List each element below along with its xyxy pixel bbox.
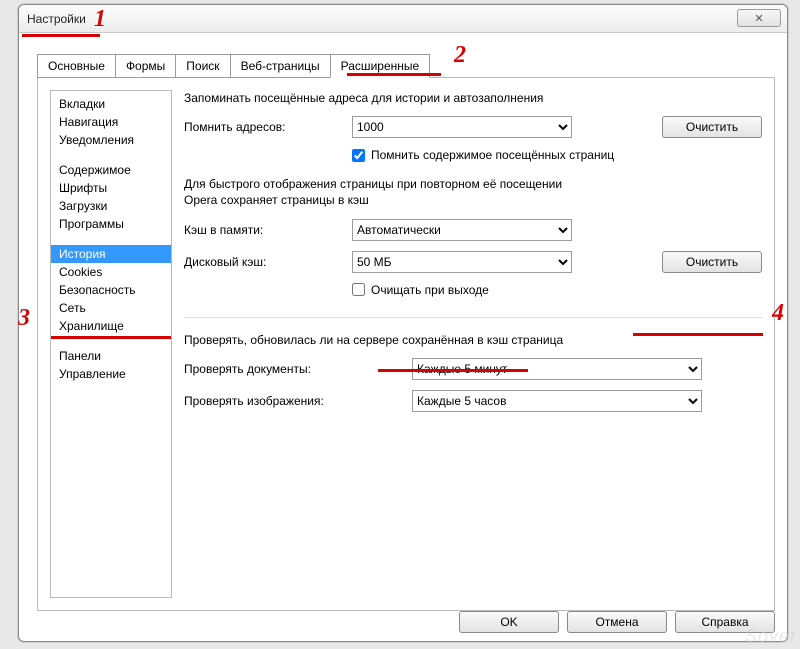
- window-title: Настройки: [27, 12, 86, 26]
- help-button[interactable]: Справка: [675, 611, 775, 633]
- sidebar-item-Cookies[interactable]: Cookies: [51, 263, 171, 281]
- titlebar: Настройки ✕: [19, 5, 787, 33]
- check-images-select[interactable]: Каждые 5 часов: [412, 390, 702, 412]
- remember-addresses-label: Помнить адресов:: [184, 120, 344, 134]
- tab-Веб-страницы[interactable]: Веб-страницы: [230, 54, 331, 78]
- close-button[interactable]: ✕: [737, 9, 781, 27]
- tab-Формы[interactable]: Формы: [115, 54, 176, 78]
- remember-addresses-select[interactable]: 1000: [352, 116, 572, 138]
- clear-history-button[interactable]: Очистить: [662, 116, 762, 138]
- tab-Основные[interactable]: Основные: [37, 54, 116, 78]
- close-icon: ✕: [754, 12, 763, 25]
- cache-explanation: Для быстрого отображения страницы при по…: [184, 176, 762, 208]
- sidebar-item-Уведомления[interactable]: Уведомления: [51, 131, 171, 149]
- disk-cache-select[interactable]: 50 МБ: [352, 251, 572, 273]
- sidebar-item-История[interactable]: История: [51, 245, 171, 263]
- sidebar-item-Безопасность[interactable]: Безопасность: [51, 281, 171, 299]
- sidebar-item-Навигация[interactable]: Навигация: [51, 113, 171, 131]
- advanced-sidebar: ВкладкиНавигацияУведомления СодержимоеШри…: [50, 90, 172, 598]
- history-settings-pane: Запоминать посещённые адреса для истории…: [184, 90, 762, 598]
- sidebar-item-Шрифты[interactable]: Шрифты: [51, 179, 171, 197]
- check-server-text: Проверять, обновилась ли на сервере сохр…: [184, 332, 762, 348]
- tab-Поиск[interactable]: Поиск: [175, 54, 230, 78]
- section-divider: [184, 317, 762, 318]
- settings-window: Настройки ✕ ОсновныеФормыПоискВеб-страни…: [18, 4, 788, 642]
- cancel-button[interactable]: Отмена: [567, 611, 667, 633]
- memory-cache-label: Кэш в памяти:: [184, 223, 344, 237]
- sidebar-item-Вкладки[interactable]: Вкладки: [51, 95, 171, 113]
- intro-text: Запоминать посещённые адреса для истории…: [184, 90, 762, 106]
- remember-content-label[interactable]: Помнить содержимое посещённых страниц: [371, 148, 614, 162]
- sidebar-item-Панели[interactable]: Панели: [51, 347, 171, 365]
- disk-cache-label: Дисковый кэш:: [184, 255, 344, 269]
- memory-cache-select[interactable]: Автоматически: [352, 219, 572, 241]
- sidebar-separator: [51, 149, 171, 161]
- clear-on-exit-checkbox[interactable]: [352, 283, 365, 296]
- sidebar-item-Хранилище[interactable]: Хранилище: [51, 317, 171, 335]
- clear-on-exit-label[interactable]: Очищать при выходе: [371, 283, 489, 297]
- clear-disk-cache-button[interactable]: Очистить: [662, 251, 762, 273]
- sidebar-separator: [51, 335, 171, 347]
- sidebar-separator: [51, 233, 171, 245]
- sidebar-item-Управление[interactable]: Управление: [51, 365, 171, 383]
- ok-button[interactable]: OK: [459, 611, 559, 633]
- check-documents-select[interactable]: Каждые 5 минут: [412, 358, 702, 380]
- check-images-label: Проверять изображения:: [184, 394, 404, 408]
- tab-panel-advanced: ВкладкиНавигацияУведомления СодержимоеШри…: [37, 77, 775, 611]
- sidebar-item-Программы[interactable]: Программы: [51, 215, 171, 233]
- tab-Расширенные[interactable]: Расширенные: [330, 54, 431, 78]
- check-documents-label: Проверять документы:: [184, 362, 404, 376]
- sidebar-item-Сеть[interactable]: Сеть: [51, 299, 171, 317]
- sidebar-item-Содержимое[interactable]: Содержимое: [51, 161, 171, 179]
- remember-content-checkbox[interactable]: [352, 149, 365, 162]
- sidebar-item-Загрузки[interactable]: Загрузки: [51, 197, 171, 215]
